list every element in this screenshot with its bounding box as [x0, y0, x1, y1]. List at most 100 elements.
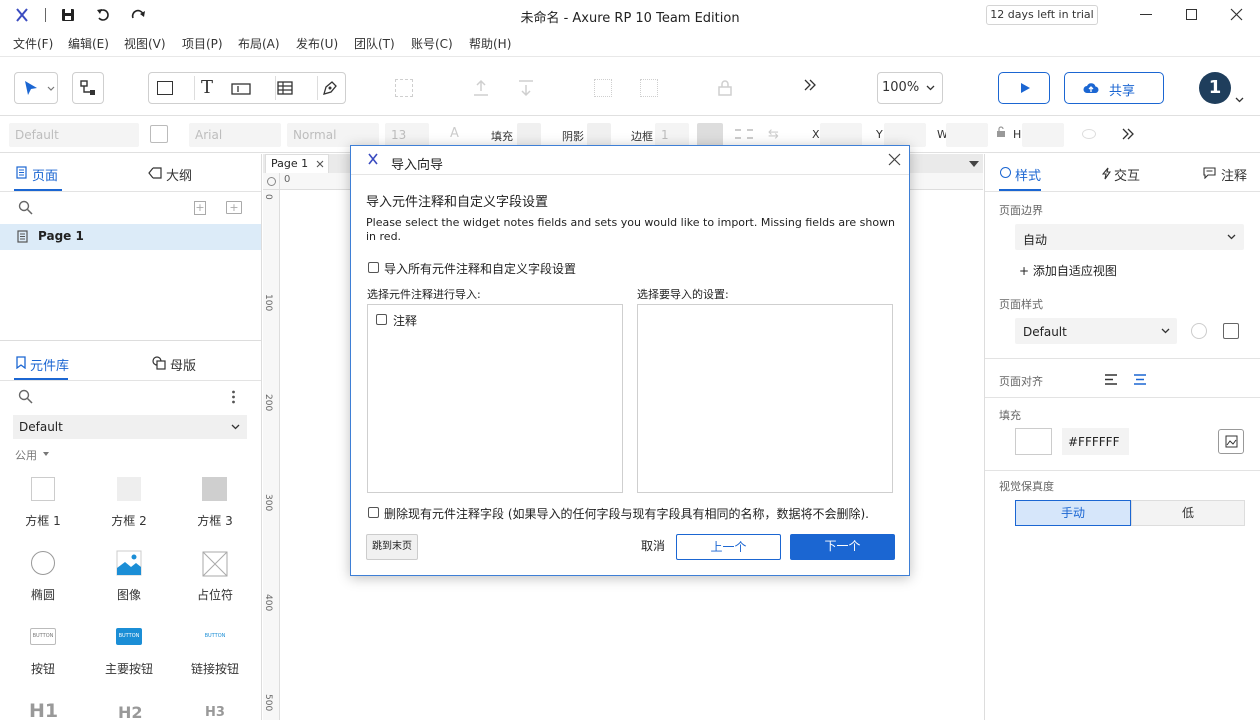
caret-down-icon[interactable] — [43, 452, 49, 456]
edit-style-icon[interactable] — [1223, 323, 1239, 339]
menu-help[interactable]: 帮助(H) — [469, 35, 511, 52]
bring-front-icon[interactable] — [472, 79, 490, 97]
align-left-icon[interactable] — [1104, 374, 1118, 385]
delete-existing-label[interactable]: 删除现有元件注释字段 (如果导入的任何字段与现有字段具有相同的名称，数据将不会删… — [384, 505, 869, 522]
menu-view[interactable]: 视图(V) — [124, 35, 166, 52]
size-select[interactable]: 13 — [385, 123, 429, 147]
connector-tool-button[interactable] — [72, 72, 104, 104]
cancel-button[interactable]: 取消 — [637, 534, 669, 560]
import-all-label[interactable]: 导入所有元件注释和自定义字段设置 — [384, 260, 576, 277]
avatar[interactable]: 1 — [1199, 72, 1231, 104]
search-icon[interactable] — [18, 389, 33, 404]
lock-ratio-icon[interactable] — [996, 126, 1006, 138]
more-style-icon[interactable] — [1121, 128, 1135, 140]
tab-interactions[interactable]: 交互 — [1114, 165, 1140, 184]
box1-widget-icon[interactable] — [31, 477, 55, 501]
style-select[interactable]: Default — [9, 123, 139, 147]
menu-edit[interactable]: 编辑(E) — [68, 35, 109, 52]
align-center-icon[interactable] — [1133, 374, 1147, 385]
fidelity-manual-button[interactable]: 手动 — [1015, 500, 1131, 526]
send-back-icon[interactable] — [517, 79, 535, 97]
button-widget-icon[interactable]: BUTTON — [30, 628, 56, 645]
skip-to-end-button[interactable]: 跳到末页 — [366, 534, 418, 560]
page-style-select[interactable]: Default — [1015, 318, 1177, 344]
font-select[interactable]: Arial — [189, 123, 281, 147]
close-tab-icon[interactable] — [316, 160, 324, 168]
ellipse-widget-icon[interactable] — [31, 551, 55, 575]
border-color-swatch[interactable] — [697, 123, 723, 147]
box2-widget-icon[interactable] — [117, 477, 141, 501]
rectangle-tool-icon[interactable] — [157, 81, 173, 95]
previous-button[interactable]: 上一个 — [676, 534, 781, 560]
notes-list[interactable]: 注释 — [367, 304, 623, 493]
pen-tool-icon[interactable] — [321, 79, 339, 97]
notes-item-label[interactable]: 注释 — [393, 312, 417, 329]
line-style-icon[interactable] — [735, 129, 753, 139]
minimize-icon[interactable] — [1140, 14, 1152, 15]
h3-widget-icon[interactable]: H3 — [205, 705, 225, 720]
tabs-dropdown-icon[interactable] — [969, 161, 979, 167]
weight-select[interactable]: Normal — [287, 123, 379, 147]
trial-badge[interactable]: 12 days left in trial — [986, 5, 1098, 25]
box3-widget-icon[interactable] — [202, 477, 227, 501]
h1-widget-icon[interactable]: H1 — [29, 700, 58, 720]
add-adaptive-view-link[interactable]: + 添加自适应视图 — [1019, 262, 1117, 279]
link-button-widget-icon[interactable]: BUTTON — [201, 628, 229, 645]
group-icon[interactable] — [395, 79, 413, 97]
fidelity-low-button[interactable]: 低 — [1131, 500, 1245, 526]
tab-masters[interactable]: 母版 — [170, 355, 196, 374]
w-input[interactable] — [946, 123, 988, 147]
tab-pages[interactable]: 页面 — [32, 165, 58, 184]
chevron-down-icon[interactable] — [1235, 97, 1244, 103]
menu-project[interactable]: 项目(P) — [182, 35, 223, 52]
more-tools-icon[interactable] — [803, 79, 817, 91]
x-input[interactable] — [820, 123, 862, 147]
zoom-select[interactable]: 100% — [877, 72, 943, 104]
close-icon[interactable] — [1230, 8, 1243, 21]
menu-account[interactable]: 账号(C) — [411, 35, 453, 52]
apply-style-icon[interactable] — [1191, 323, 1207, 339]
category-label[interactable]: 公用 — [15, 447, 37, 463]
distribute-icon[interactable] — [640, 79, 658, 97]
fill-color-input[interactable]: #FFFFFF — [1062, 428, 1129, 455]
edit-style-icon[interactable] — [150, 125, 168, 143]
menu-file[interactable]: 文件(F) — [13, 35, 53, 52]
tab-style[interactable]: 样式 — [1015, 165, 1041, 184]
maximize-icon[interactable] — [1186, 9, 1197, 20]
align-icon[interactable] — [594, 79, 612, 97]
fill-image-icon[interactable] — [1218, 429, 1244, 454]
page-margin-select[interactable]: 自动 — [1015, 224, 1244, 250]
border-width-input[interactable]: 1 — [655, 123, 689, 147]
font-color-icon[interactable]: A — [450, 126, 459, 141]
tab-library[interactable]: 元件库 — [30, 355, 69, 374]
placeholder-widget-icon[interactable] — [202, 551, 228, 577]
fill-swatch[interactable] — [517, 123, 541, 147]
table-tool-icon[interactable] — [277, 81, 293, 95]
visibility-icon[interactable] — [1082, 129, 1096, 139]
close-icon[interactable] — [888, 153, 901, 166]
add-folder-icon[interactable]: + — [226, 201, 242, 214]
y-input[interactable] — [884, 123, 926, 147]
library-select[interactable]: Default — [13, 415, 247, 439]
delete-existing-checkbox[interactable] — [368, 507, 379, 518]
menu-arrange[interactable]: 布局(A) — [238, 35, 280, 52]
next-button[interactable]: 下一个 — [790, 534, 895, 560]
notes-item-checkbox[interactable] — [376, 314, 387, 325]
menu-publish[interactable]: 发布(U) — [296, 35, 338, 52]
import-all-checkbox[interactable] — [368, 262, 379, 273]
tab-outline[interactable]: 大纲 — [166, 165, 192, 184]
field-tool-icon[interactable] — [231, 83, 251, 95]
shadow-swatch[interactable] — [587, 123, 611, 147]
h-input[interactable] — [1022, 123, 1064, 147]
tab-page-1[interactable]: Page 1 — [265, 154, 329, 173]
arrow-style-icon[interactable]: ⇆ — [768, 127, 779, 142]
share-button[interactable]: 共享 — [1064, 72, 1164, 104]
more-options-icon[interactable] — [232, 390, 235, 404]
menu-team[interactable]: 团队(T) — [354, 35, 395, 52]
primary-button-widget-icon[interactable]: BUTTON — [116, 628, 142, 645]
text-tool-icon[interactable]: T — [201, 77, 213, 98]
h2-widget-icon[interactable]: H2 — [118, 703, 143, 720]
preview-button[interactable] — [998, 72, 1050, 104]
lock-icon[interactable] — [716, 79, 734, 97]
list-item[interactable]: Page 1 — [0, 224, 261, 250]
